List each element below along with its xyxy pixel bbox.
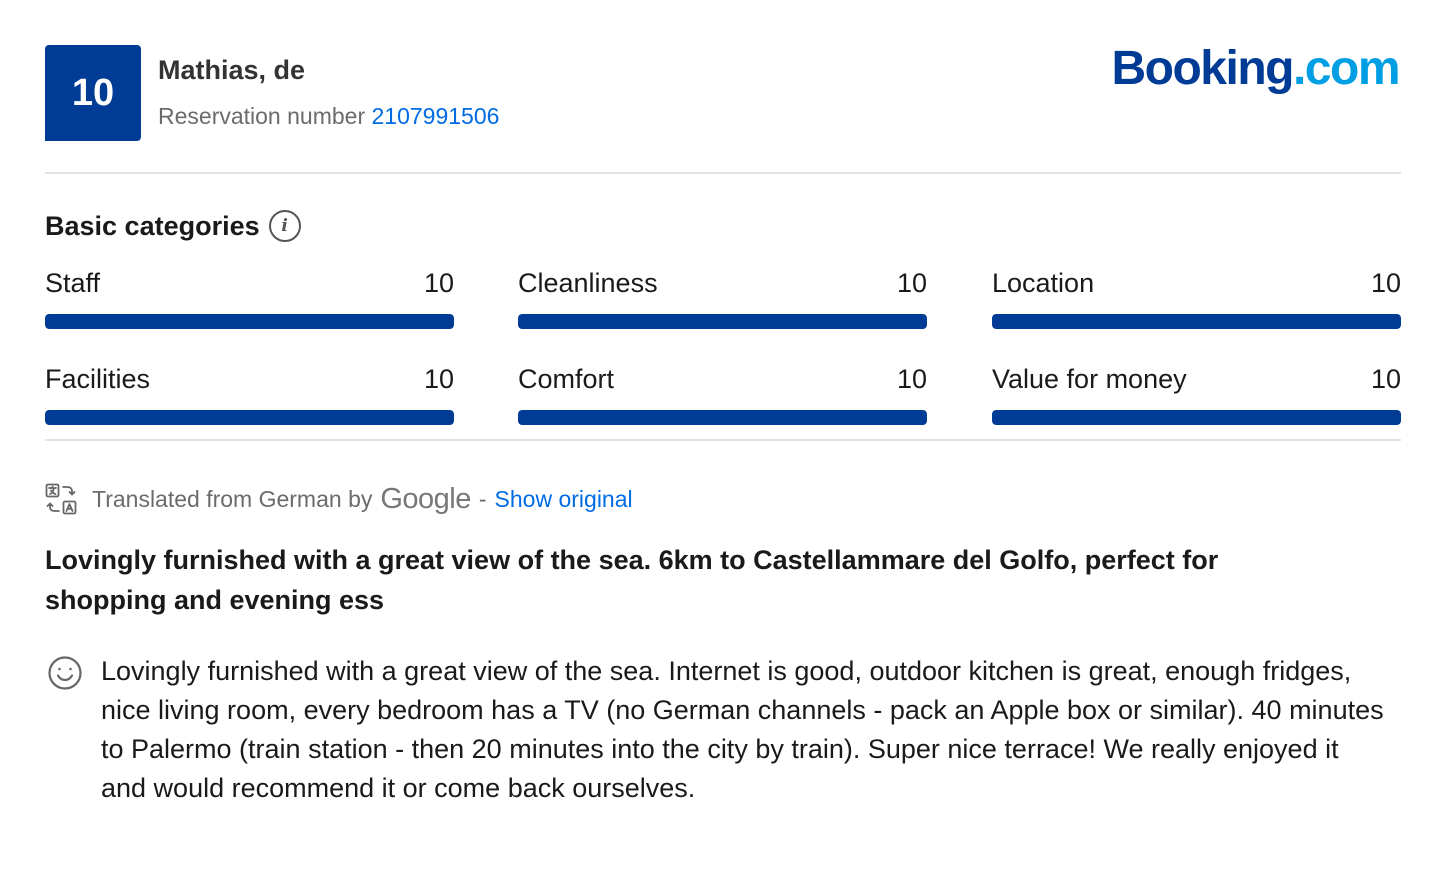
category-facilities: Facilities 10 (45, 364, 454, 428)
category-bar (992, 314, 1401, 329)
category-bar (45, 314, 454, 329)
category-bar (45, 410, 454, 425)
categories-heading: Basic categories i (45, 210, 301, 242)
reviewer-name: Mathias, de (158, 55, 306, 85)
category-score: 10 (423, 268, 454, 298)
translate-icon (45, 483, 77, 515)
category-label: Cleanliness (518, 268, 658, 298)
reservation-number-link[interactable]: 2107991506 (372, 103, 500, 129)
category-bar-fill (45, 410, 454, 425)
translation-text: Translated from German by (92, 485, 373, 512)
category-label: Location (992, 268, 1095, 298)
category-bar-fill (518, 410, 927, 425)
category-bar (992, 410, 1401, 425)
category-location: Location 10 (992, 268, 1401, 332)
category-value-for-money: Value for money 10 (992, 364, 1401, 428)
info-icon[interactable]: i (268, 210, 301, 242)
category-bar-fill (518, 314, 927, 329)
review-header: 10 Mathias, de Reservation number 210799… (45, 42, 1401, 141)
google-wordmark: Google (380, 482, 471, 515)
category-cleanliness: Cleanliness 10 (518, 268, 927, 332)
category-score: 10 (1370, 364, 1401, 394)
category-bar-fill (992, 314, 1401, 329)
show-original-link[interactable]: Show original (495, 486, 633, 513)
category-bar (518, 314, 927, 329)
category-score: 10 (423, 364, 454, 394)
divider (45, 172, 1401, 174)
review-title: Lovingly furnished with a great view of … (45, 545, 1219, 615)
category-label: Facilities (45, 364, 151, 394)
category-comfort: Comfort 10 (518, 364, 927, 428)
category-label: Comfort (518, 364, 615, 394)
review-score-badge: 10 (45, 45, 141, 141)
category-score: 10 (896, 268, 927, 298)
category-bar-fill (45, 314, 454, 329)
translation-notice: Translated from German by Google - Show … (45, 482, 633, 516)
category-score: 10 (1370, 268, 1401, 298)
smiley-icon (48, 656, 82, 690)
logo-booking-text: Booking (1111, 42, 1294, 95)
translation-separator: - (478, 485, 487, 512)
reservation-label: Reservation number (158, 103, 366, 129)
divider (45, 439, 1401, 441)
category-score: 10 (896, 364, 927, 394)
categories-title: Basic categories (45, 210, 260, 241)
review-text: Lovingly furnished with a great view of … (101, 656, 1384, 803)
category-bar (518, 410, 927, 425)
category-staff: Staff 10 (45, 268, 454, 332)
category-label: Value for money (992, 364, 1187, 394)
category-bar-fill (992, 410, 1401, 425)
logo-dotcom-text: .com (1292, 42, 1401, 95)
booking-logo: Booking.com (1111, 41, 1401, 96)
category-label: Staff (45, 268, 101, 298)
reservation-info: Reservation number 2107991506 (158, 103, 499, 130)
